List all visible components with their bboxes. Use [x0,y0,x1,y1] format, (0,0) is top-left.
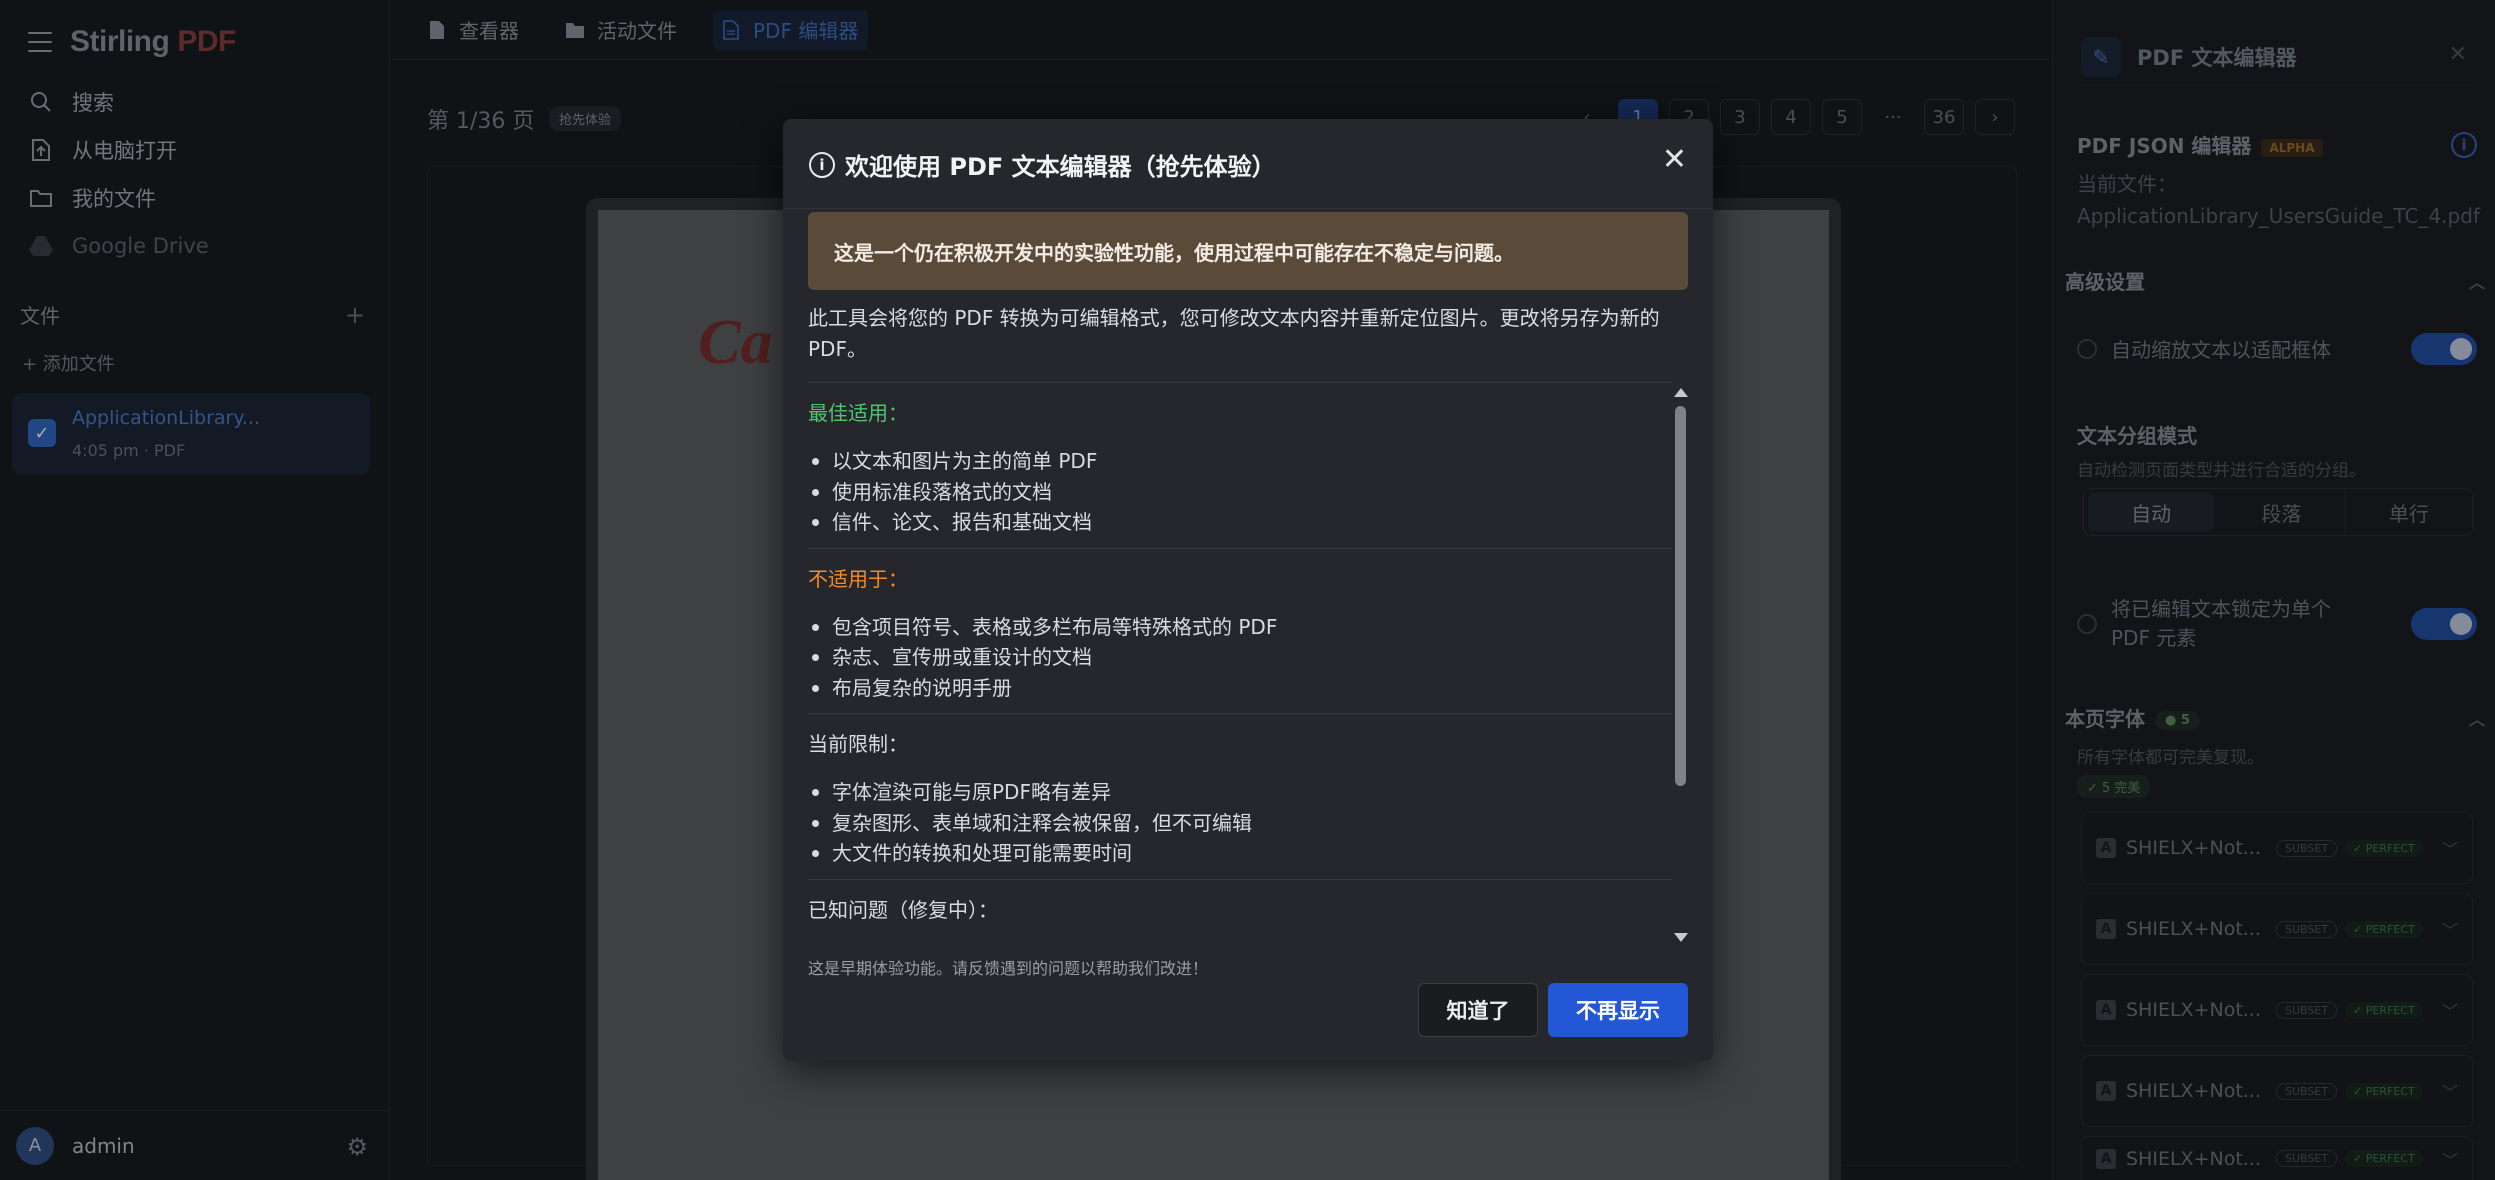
close-icon[interactable]: ✕ [1662,145,1687,175]
limitations-section: 当前限制： 字体渲染可能与原PDF略有差异 复杂图形、表单域和注释会被保留，但不… [808,714,1672,880]
modal-title: i 欢迎使用 PDF 文本编辑器（抢先体验） [809,147,1276,182]
section-title: 已知问题（修复中）： [808,897,998,922]
section-title: 当前限制： [808,732,908,756]
section-title: 最佳适用： [808,401,908,425]
list-item: 杂志、宣传册或重设计的文档 [808,642,1672,673]
list-item: 以文本和图片为主的简单 PDF [808,446,1672,477]
list-item: 复杂图形、表单域和注释会被保留，但不可编辑 [808,808,1672,839]
best-for-section: 最佳适用： 以文本和图片为主的简单 PDF 使用标准段落格式的文档 信件、论文、… [808,383,1672,549]
info-icon: i [809,151,835,178]
list-item: 使用标准段落格式的文档 [808,477,1672,508]
dont-show-again-button[interactable]: 不再显示 [1548,983,1688,1037]
list-item: 信件、论文、报告和基础文档 [808,507,1672,538]
not-suited-section: 不适用于： 包含项目符号、表格或多栏布局等特殊格式的 PDF 杂志、宣传册或重设… [808,549,1672,714]
list-item: 包含项目符号、表格或多栏布局等特殊格式的 PDF [808,612,1672,643]
modal-header: i 欢迎使用 PDF 文本编辑器（抢先体验） ✕ [783,119,1713,209]
got-it-button[interactable]: 知道了 [1418,983,1538,1037]
intro-text: 此工具会将您的 PDF 转换为可编辑格式，您可修改文本内容并重新定位图片。更改将… [808,306,1660,361]
scrollbar-thumb[interactable] [1675,406,1686,786]
welcome-modal: i 欢迎使用 PDF 文本编辑器（抢先体验） ✕ 这是一个仍在积极开发中的实验性… [783,119,1713,1061]
modal-scroll-content[interactable]: 最佳适用： 以文本和图片为主的简单 PDF 使用标准段落格式的文档 信件、论文、… [808,382,1672,947]
scrollbar[interactable] [1671,382,1691,947]
section-title: 不适用于： [808,566,908,591]
list-item: 大文件的转换和处理可能需要时间 [808,838,1672,869]
scroll-up-icon[interactable] [1674,388,1688,397]
known-issues-section: 已知问题（修复中）： [808,880,1672,948]
list-item: 字体渲染可能与原PDF略有差异 [808,777,1672,808]
scroll-down-icon[interactable] [1674,933,1688,942]
warning-banner: 这是一个仍在积极开发中的实验性功能，使用过程中可能存在不稳定与问题。 [808,212,1688,290]
list-item: 布局复杂的说明手册 [808,673,1672,704]
feedback-note: 这是早期体验功能。请反馈遇到的问题以帮助我们改进！ [808,959,1209,978]
